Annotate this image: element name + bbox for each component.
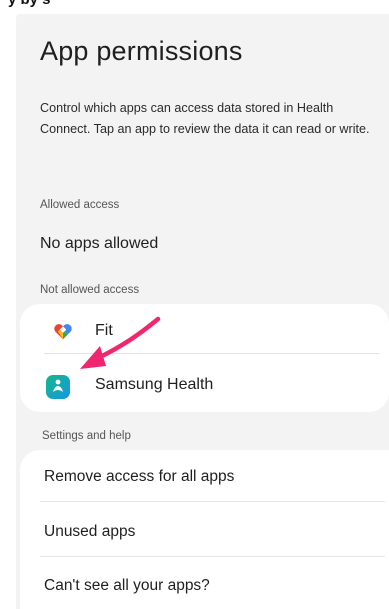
page-title: App permissions bbox=[40, 36, 243, 66]
settings-divider bbox=[40, 556, 385, 557]
app-name-samsung-health: Samsung Health bbox=[95, 376, 214, 393]
google-fit-heart-icon bbox=[54, 324, 72, 340]
no-apps-allowed-text: No apps allowed bbox=[40, 235, 159, 252]
page-description: Control which apps can access data store… bbox=[40, 101, 370, 136]
unused-apps-item[interactable]: Unused apps bbox=[44, 523, 135, 541]
samsung-health-icon bbox=[46, 375, 70, 399]
settings-card: Remove access for all apps Unused apps C… bbox=[20, 450, 389, 609]
app-divider bbox=[44, 353, 379, 354]
not-allowed-access-header: Not allowed access bbox=[40, 284, 140, 296]
app-row-samsung-health[interactable]: Samsung Health bbox=[20, 358, 389, 412]
settings-and-help-header: Settings and help bbox=[42, 430, 131, 442]
settings-divider bbox=[40, 501, 385, 502]
not-allowed-apps-card: Fit Samsung Health bbox=[20, 304, 389, 412]
app-row-fit[interactable]: Fit bbox=[20, 304, 389, 358]
app-name-fit: Fit bbox=[95, 322, 113, 339]
allowed-access-header: Allowed access bbox=[40, 199, 120, 211]
cant-see-all-apps-item[interactable]: Can't see all your apps? bbox=[44, 577, 210, 595]
app-permissions-screen: App permissions Control which apps can a… bbox=[16, 14, 389, 609]
remove-access-all-apps-item[interactable]: Remove access for all apps bbox=[44, 468, 234, 486]
